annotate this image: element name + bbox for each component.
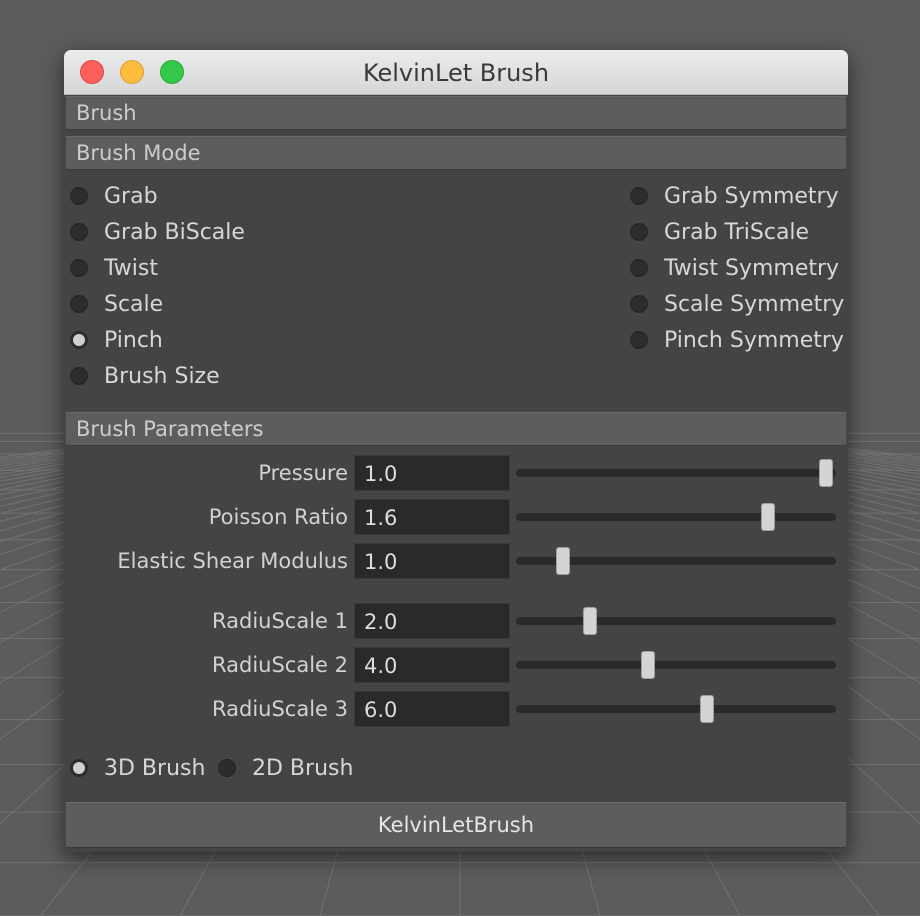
radiuscale-2-label: RadiuScale 2 — [211, 653, 348, 677]
radio-indicator[interactable] — [70, 295, 88, 313]
radio-label: Brush Size — [104, 363, 220, 389]
poisson-ratio-label: Poisson Ratio — [208, 505, 348, 529]
radio-label: Grab TriScale — [664, 219, 810, 245]
kelvinletbrush-button[interactable]: KelvinLetBrush — [66, 802, 846, 848]
brush-mode-grab-radio[interactable]: Grab — [70, 182, 158, 210]
title-bar[interactable]: KelvinLet Brush — [64, 50, 848, 95]
radiuscale-2-field[interactable]: 4.0 — [354, 647, 510, 683]
slider-track[interactable] — [516, 513, 836, 521]
elastic-shear-modulus-field[interactable]: 1.0 — [354, 543, 510, 579]
radio-indicator[interactable] — [630, 223, 648, 241]
radio-label: Grab — [104, 183, 158, 209]
radiuscale-3-slider[interactable] — [516, 692, 836, 726]
radio-label: Pinch Symmetry — [664, 327, 844, 353]
slider-track[interactable] — [516, 661, 836, 669]
radio-indicator[interactable] — [630, 331, 648, 349]
brush-mode-brush-size-radio[interactable]: Brush Size — [70, 362, 220, 390]
brush-mode-pinch-symmetry-radio[interactable]: Pinch Symmetry — [630, 326, 844, 354]
brush-mode-scale-symmetry-radio[interactable]: Scale Symmetry — [630, 290, 844, 318]
elastic-shear-modulus-label: Elastic Shear Modulus — [117, 549, 348, 573]
pressure-label: Pressure — [258, 461, 348, 485]
section-header-brush-parameters[interactable]: Brush Parameters — [66, 412, 846, 446]
radio-indicator[interactable] — [630, 259, 648, 277]
slider-thumb[interactable] — [583, 607, 597, 635]
radio-label: 2D Brush — [252, 755, 354, 781]
2d-brush-radio[interactable]: 2D Brush — [218, 754, 353, 782]
slider-thumb[interactable] — [556, 547, 570, 575]
radio-indicator[interactable] — [70, 187, 88, 205]
brush-mode-twist-symmetry-radio[interactable]: Twist Symmetry — [630, 254, 839, 282]
radio-indicator[interactable] — [70, 259, 88, 277]
radio-indicator[interactable] — [70, 759, 88, 777]
section-header-brush-mode[interactable]: Brush Mode — [66, 136, 846, 170]
radiuscale-3-label: RadiuScale 3 — [211, 697, 348, 721]
radiuscale-1-slider[interactable] — [516, 604, 836, 638]
slider-thumb[interactable] — [819, 459, 833, 487]
radio-label: Scale — [104, 291, 164, 317]
slider-track[interactable] — [516, 617, 836, 625]
radio-indicator[interactable] — [630, 295, 648, 313]
3d-brush-radio[interactable]: 3D Brush — [70, 754, 205, 782]
slider-thumb[interactable] — [641, 651, 655, 679]
slider-thumb[interactable] — [700, 695, 714, 723]
radio-label: Twist — [104, 255, 158, 281]
radio-indicator[interactable] — [218, 759, 236, 777]
brush-mode-grab-biscale-radio[interactable]: Grab BiScale — [70, 218, 245, 246]
pressure-field[interactable]: 1.0 — [354, 455, 510, 491]
brush-mode-pinch-radio[interactable]: Pinch — [70, 326, 163, 354]
radiuscale-1-label: RadiuScale 1 — [211, 609, 348, 633]
radiuscale-3-field[interactable]: 6.0 — [354, 691, 510, 727]
radio-label: Scale Symmetry — [664, 291, 845, 317]
poisson-ratio-slider[interactable] — [516, 500, 836, 534]
radio-indicator[interactable] — [630, 187, 648, 205]
poisson-ratio-field[interactable]: 1.6 — [354, 499, 510, 535]
brush-mode-twist-radio[interactable]: Twist — [70, 254, 158, 282]
brush-mode-scale-radio[interactable]: Scale — [70, 290, 163, 318]
radio-label: Twist Symmetry — [664, 255, 840, 281]
radio-label: Grab Symmetry — [664, 183, 839, 209]
radio-label: Pinch — [104, 327, 163, 353]
kelvinlet-brush-window: KelvinLet Brush Brush Brush Mode Grab Gra… — [64, 50, 848, 852]
slider-track[interactable] — [516, 705, 836, 713]
elastic-shear-modulus-slider[interactable] — [516, 544, 836, 578]
brush-mode-grab-triscale-radio[interactable]: Grab TriScale — [630, 218, 809, 246]
window-title: KelvinLet Brush — [362, 59, 550, 87]
slider-track[interactable] — [516, 469, 836, 477]
radio-label: 3D Brush — [104, 755, 206, 781]
section-header-brush[interactable]: Brush — [66, 96, 846, 130]
slider-thumb[interactable] — [761, 503, 775, 531]
radiuscale-2-slider[interactable] — [516, 648, 836, 682]
pressure-slider[interactable] — [516, 456, 836, 490]
radio-label: Grab BiScale — [104, 219, 245, 245]
radiuscale-1-field[interactable]: 2.0 — [354, 603, 510, 639]
radio-indicator[interactable] — [70, 367, 88, 385]
brush-mode-grab-symmetry-radio[interactable]: Grab Symmetry — [630, 182, 839, 210]
radio-indicator[interactable] — [70, 331, 88, 349]
radio-indicator[interactable] — [70, 223, 88, 241]
